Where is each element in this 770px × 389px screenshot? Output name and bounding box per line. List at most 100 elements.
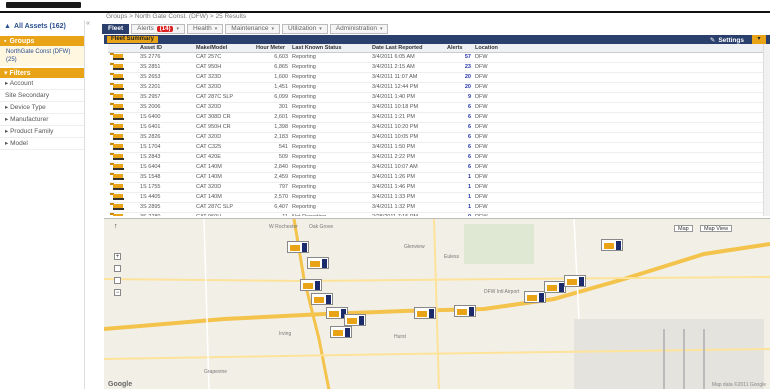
filter-item[interactable]: ▸ Model [0, 138, 84, 150]
table-cell: DFW [473, 52, 763, 63]
asset-marker[interactable] [330, 326, 352, 338]
chevron-down-icon: ▾ [319, 25, 322, 32]
machine-thumbnail-icon [108, 122, 138, 133]
filter-item[interactable]: ▸ Manufacturer [0, 114, 84, 126]
map-view-button[interactable]: Map View [700, 225, 733, 232]
filters-header[interactable]: ▾ Filters [0, 68, 84, 78]
table-row[interactable]: 3S 2895 CAT 287C SLP 6,407 Reporting 3/4/201… [108, 202, 763, 213]
table-cell: DFW [473, 82, 763, 93]
table-cell: 3/4/2011 1:26 PM [370, 172, 445, 183]
asset-marker[interactable] [300, 279, 322, 291]
column-header[interactable]: Location [473, 44, 763, 53]
machine-thumbnail-icon [108, 142, 138, 153]
group-item-northgate[interactable]: NorthGate Const (DFW) (25) [0, 46, 84, 66]
table-cell: Reporting [290, 162, 370, 173]
table-row[interactable]: 3S 2776 CAT 257C 6,603 Reporting 3/4/2011 6:… [108, 52, 763, 63]
table-cell: DFW [473, 162, 763, 173]
machine-thumbnail-icon [108, 102, 138, 113]
settings-dropdown-icon[interactable]: ▾ [752, 35, 766, 44]
fleet-summary-button[interactable]: Fleet Summary [107, 36, 159, 43]
top-bar [0, 0, 770, 14]
tab-label: Maintenance [231, 25, 269, 32]
tab-administration[interactable]: Administration ▾ [329, 23, 389, 34]
filter-item[interactable]: ▸ Account [0, 78, 84, 90]
table-cell: DFW [473, 192, 763, 203]
asset-marker[interactable] [344, 314, 366, 326]
table-cell: 6 [445, 162, 473, 173]
table-row[interactable]: 3S 2957 CAT 287C SLP 6,099 Reporting 3/4/201… [108, 92, 763, 103]
table-cell: DFW [473, 202, 763, 213]
filter-item[interactable]: ▸ Product Family [0, 126, 84, 138]
machine-thumbnail-icon [108, 112, 138, 123]
tab-maintenance[interactable]: Maintenance ▾ [225, 23, 281, 34]
table-row[interactable]: 3S 2653 CAT 323D 1,600 Reporting 3/4/2011 11… [108, 72, 763, 83]
table-cell: 6 [445, 152, 473, 163]
machine-thumbnail-icon [108, 202, 138, 213]
tab-label: Administration [335, 25, 377, 32]
table-cell: Reporting [290, 172, 370, 183]
table-row[interactable]: 1S 1704 CAT C325 541 Reporting 3/4/2011 1:50… [108, 142, 763, 153]
tab-utilization[interactable]: Utilization ▾ [282, 23, 328, 34]
column-header[interactable]: Last Known Status [290, 44, 370, 53]
filter-item[interactable]: Site Secondary [0, 90, 84, 102]
table-row[interactable]: 1S 6400 CAT 308D CR 2,601 Reporting 3/4/2011… [108, 112, 763, 123]
column-header[interactable]: Hour Meter [254, 44, 290, 53]
machine-thumbnail-icon [108, 152, 138, 163]
asset-marker[interactable] [414, 307, 436, 319]
asset-marker[interactable] [524, 291, 546, 303]
table-cell: 3S 2851 [138, 62, 194, 73]
tab-label: Fleet [108, 25, 124, 32]
tab-alerts[interactable]: Alerts (14) ▾ [131, 23, 185, 34]
asset-marker[interactable] [564, 275, 586, 287]
column-header[interactable]: Date Last Reported [370, 44, 445, 53]
table-cell: DFW [473, 62, 763, 73]
table-row[interactable]: 1S 1755 CAT 320D 797 Reporting 3/4/2011 1:46… [108, 182, 763, 193]
table-cell: 3/4/2011 1:33 PM [370, 192, 445, 203]
table-cell: CAT 140M [194, 162, 254, 173]
column-header[interactable]: Make/Model [194, 44, 254, 53]
settings-button[interactable]: ✎ Settings [709, 36, 744, 45]
table-cell: 2,459 [254, 172, 290, 183]
table-cell: 1S 6404 [138, 162, 194, 173]
table-cell: CAT 308D CR [194, 112, 254, 123]
tab-fleet[interactable]: Fleet [102, 23, 130, 34]
filter-item[interactable]: ▸ Device Type [0, 102, 84, 114]
table-cell: 20 [445, 72, 473, 83]
asset-marker[interactable] [307, 257, 329, 269]
table-row[interactable]: 1S 4405 CAT 140M 2,570 Reporting 3/4/2011 1:… [108, 192, 763, 203]
app-logo [6, 2, 81, 8]
table-row[interactable]: 3S 2201 CAT 320D 1,451 Reporting 3/4/2011 12… [108, 82, 763, 93]
table-cell: CAT C325 [194, 142, 254, 153]
column-header[interactable]: Alerts [445, 44, 473, 53]
table-row[interactable]: 3S 1548 CAT 140M 2,459 Reporting 3/4/2011 1:… [108, 172, 763, 183]
table-cell: 3/4/2011 1:32 PM [370, 202, 445, 213]
asset-marker[interactable] [287, 241, 309, 253]
table-row[interactable]: 3S 2280CAT 950H11Not Reporting2/28/2011 … [108, 212, 763, 216]
wrench-icon: ✎ [709, 37, 716, 44]
map-type-button[interactable]: Map [674, 225, 693, 232]
groups-header[interactable]: ▪ Groups [0, 36, 84, 46]
chevron-down-icon: ▾ [214, 25, 218, 32]
all-assets-link[interactable]: ▲ All Assets (162) [0, 20, 84, 32]
table-row[interactable]: 3S 2851 CAT 950H 6,865 Reporting 3/4/2011 2:… [108, 62, 763, 73]
asset-marker[interactable] [454, 305, 476, 317]
table-scrollbar[interactable] [763, 44, 770, 216]
asset-map[interactable]: ↑ + − Map Map View W Rochester Oak Grove… [104, 218, 770, 389]
table-row[interactable]: 1S 6401 CAT 950H CR 1,398 Reporting 3/4/2011… [108, 122, 763, 133]
table-cell: CAT 287C SLP [194, 202, 254, 213]
table-cell: Reporting [290, 92, 370, 103]
table-cell: DFW [473, 152, 763, 163]
column-header[interactable] [108, 44, 138, 53]
table-row[interactable]: 3S 2826 CAT 320D 2,183 Reporting 3/4/2011 10… [108, 132, 763, 143]
collapse-sidebar-icon[interactable]: « [86, 20, 92, 28]
asset-marker[interactable] [311, 293, 333, 305]
table-row[interactable]: 3S 2006 CAT 320D 301 Reporting 3/4/2011 10:1… [108, 102, 763, 113]
asset-marker[interactable] [544, 281, 566, 293]
asset-marker[interactable] [601, 239, 623, 251]
column-header[interactable]: Asset ID [138, 44, 194, 53]
tab-health[interactable]: Health ▾ [186, 23, 224, 34]
table-row[interactable]: 1S 2843 CAT 420E 509 Reporting 3/4/2011 2:22… [108, 152, 763, 163]
table-cell: 3S 2895 [138, 202, 194, 213]
table-row[interactable]: 1S 6404 CAT 140M 2,840 Reporting 3/4/2011 10… [108, 162, 763, 173]
map-roads [104, 219, 770, 389]
